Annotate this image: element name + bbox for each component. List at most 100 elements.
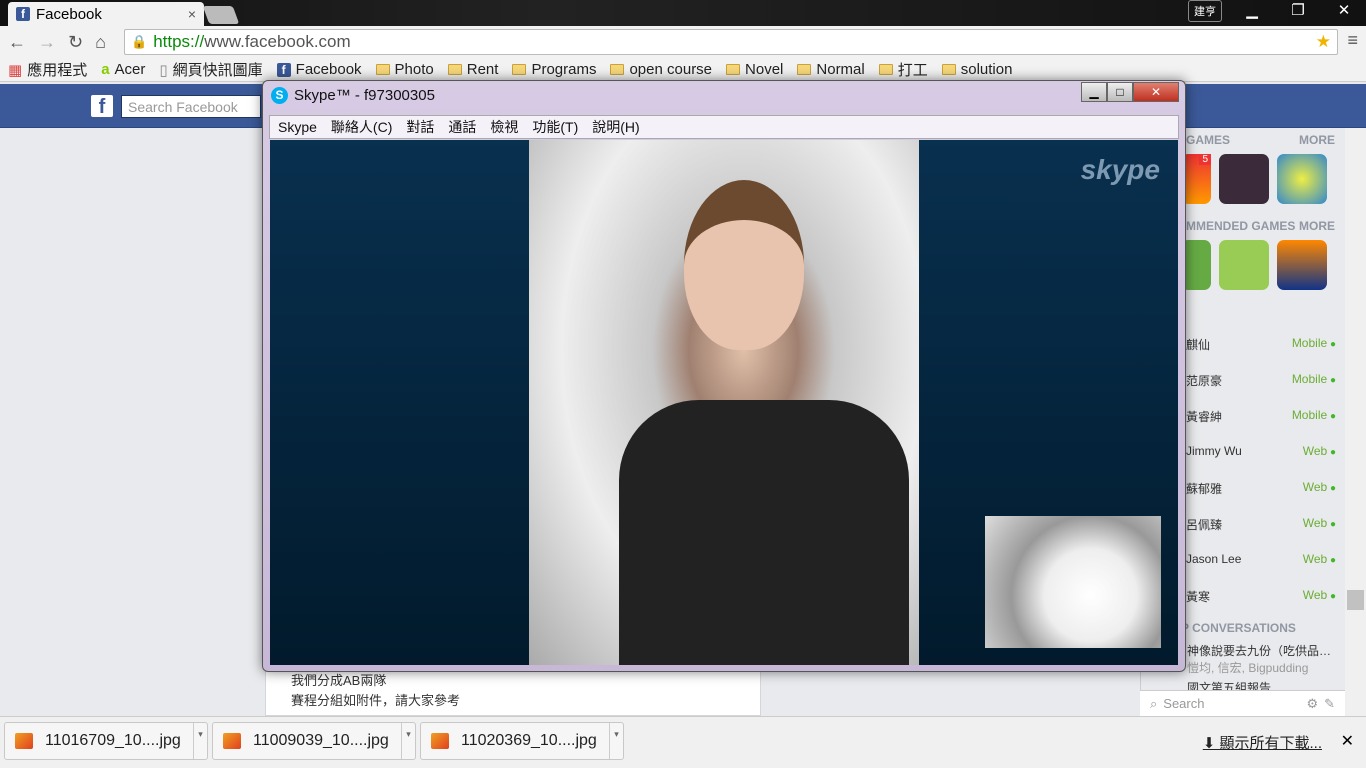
bookmark-item[interactable]: ▯ 網頁快訊圖庫 — [159, 59, 262, 80]
bookmark-item[interactable]: ▦ 應用程式 — [8, 59, 87, 80]
download-item[interactable]: 11020369_10....jpg ▾ — [420, 722, 624, 760]
user-badge[interactable]: 建亨 — [1188, 0, 1222, 22]
apps-icon: ▦ — [8, 61, 23, 79]
game-grocery-icon[interactable] — [1219, 240, 1269, 290]
download-item[interactable]: 11016709_10....jpg ▾ — [4, 722, 208, 760]
close-tab-icon[interactable]: × — [188, 6, 196, 22]
video-call-area: skype — [270, 140, 1178, 665]
chat-friend-item[interactable]: 黃睿紳 Mobile — [1186, 408, 1336, 425]
menu-icon[interactable]: ≡ — [1347, 30, 1358, 51]
skype-close-button[interactable]: ✕ — [1133, 82, 1179, 102]
games-more-link[interactable]: MORE — [1299, 133, 1335, 147]
skype-menu-item[interactable]: Skype — [278, 119, 317, 135]
friend-status: Web — [1303, 588, 1336, 605]
chat-friend-item[interactable]: 呂佩臻 Web — [1186, 516, 1336, 533]
bookmark-label: 網頁快訊圖庫 — [172, 62, 263, 79]
chat-search-input[interactable]: ⌕ Search ⚙ ✎ — [1140, 690, 1345, 716]
recommended-more-link[interactable]: MORE — [1299, 219, 1335, 233]
conversation-members: 愷均, 信宏, Bigpudding — [1187, 661, 1309, 675]
skype-menu-item[interactable]: 檢視 — [490, 117, 518, 137]
bookmark-item[interactable]: Rent — [447, 61, 498, 78]
lock-icon: 🔒 — [131, 34, 148, 49]
download-menu-arrow-icon[interactable]: ▾ — [401, 723, 415, 759]
address-bar[interactable]: 🔒 https://www.facebook.com ★ — [124, 29, 1338, 55]
folder-icon — [878, 64, 893, 75]
reload-icon[interactable]: ↻ — [68, 32, 83, 53]
show-all-label: 顯示所有下載... — [1219, 735, 1322, 752]
skype-title: Skype™ - f97300305 — [294, 87, 435, 104]
chat-friend-item[interactable]: 范原豪 Mobile — [1186, 372, 1336, 389]
close-icon[interactable]: ✕ — [1322, 0, 1366, 22]
bookmark-star-icon[interactable]: ★ — [1316, 32, 1331, 52]
forward-icon[interactable]: → — [38, 32, 56, 53]
conversation-item[interactable]: 神像說要去九份（吃供品… 愷均, 信宏, Bigpudding — [1187, 642, 1331, 676]
bookmark-item[interactable]: Photo — [375, 61, 434, 78]
skype-menu-item[interactable]: 功能(T) — [532, 117, 578, 137]
friend-name: 黃寒 — [1186, 590, 1211, 604]
url-host: www.facebook.com — [204, 32, 351, 51]
bookmark-item[interactable]: Programs — [512, 61, 596, 78]
browser-toolbar: ← → ↻ ⌂ 🔒 https://www.facebook.com ★ ≡ — [0, 26, 1366, 58]
friend-name: 黃睿紳 — [1186, 410, 1223, 424]
show-all-downloads-link[interactable]: ⬇ 顯示所有下載... — [1203, 732, 1322, 753]
page-scrollbar[interactable] — [1345, 128, 1366, 716]
bookmark-item[interactable]: Normal — [797, 61, 865, 78]
download-menu-arrow-icon[interactable]: ▾ — [609, 723, 623, 759]
skype-icon: S — [271, 87, 288, 104]
chat-friend-item[interactable]: Jason Lee Web — [1186, 552, 1336, 566]
conversation-title: 神像說要去九份（吃供品… — [1187, 644, 1332, 658]
skype-menu-item[interactable]: 聯絡人(C) — [331, 117, 392, 137]
download-item[interactable]: 11009039_10....jpg ▾ — [212, 722, 416, 760]
bookmark-item[interactable]: Novel — [726, 61, 783, 78]
skype-menu-item[interactable]: 說明(H) — [592, 117, 639, 137]
bookmark-label: 打工 — [897, 62, 928, 79]
compose-icon[interactable]: ✎ — [1324, 696, 1335, 712]
game-fish-icon[interactable] — [1277, 154, 1327, 204]
download-menu-arrow-icon[interactable]: ▾ — [193, 723, 207, 759]
friend-status: Mobile — [1292, 408, 1336, 425]
restore-icon[interactable]: ❐ — [1276, 0, 1320, 22]
friend-name: Jimmy Wu — [1186, 444, 1242, 458]
close-download-bar-icon[interactable]: ✕ — [1341, 731, 1354, 751]
facebook-search-input[interactable]: Search Facebook — [121, 95, 261, 118]
bookmark-label: Acer — [114, 61, 146, 78]
skype-menu-bar: Skype 聯絡人(C) 對話 通話 檢視 功能(T) 說明(H) — [269, 115, 1179, 139]
chat-friend-item[interactable]: 麒仙 Mobile — [1186, 336, 1336, 353]
self-view-video[interactable] — [985, 516, 1161, 648]
games-header: GAMES — [1186, 133, 1231, 147]
bookmark-item[interactable]: solution — [941, 61, 1012, 78]
tab-facebook[interactable]: f Facebook × — [8, 2, 204, 26]
chat-friend-item[interactable]: 蘇郁雅 Web — [1186, 480, 1336, 497]
download-filename: 11016709_10....jpg — [45, 732, 181, 749]
game-racing-icon[interactable] — [1277, 240, 1327, 290]
friend-status: Mobile — [1292, 372, 1336, 389]
page-icon: ▯ — [159, 61, 168, 79]
chat-friend-item[interactable]: Jimmy Wu Web — [1186, 444, 1336, 458]
skype-menu-item[interactable]: 通話 — [448, 117, 476, 137]
bookmark-label: Normal — [816, 61, 865, 78]
image-file-icon — [15, 733, 33, 749]
game-sunlight-icon[interactable] — [1219, 154, 1269, 204]
bookmark-item[interactable]: f Facebook — [276, 61, 362, 78]
bookmark-item[interactable]: open course — [610, 61, 712, 78]
conversations-header: P CONVERSATIONS — [1181, 621, 1296, 635]
chat-friend-item[interactable]: 黃寒 Web — [1186, 588, 1336, 605]
new-tab-button[interactable] — [202, 6, 240, 24]
minimize-icon[interactable]: ▁ — [1230, 0, 1274, 22]
facebook-logo-icon[interactable]: f — [91, 95, 113, 118]
friend-status: Web — [1303, 552, 1336, 566]
download-filename: 11009039_10....jpg — [253, 732, 389, 749]
download-icon: ⬇ — [1202, 735, 1220, 752]
skype-minimize-button[interactable]: ▁ — [1081, 82, 1107, 102]
skype-menu-item[interactable]: 對話 — [406, 117, 434, 137]
friend-status: Mobile — [1292, 336, 1336, 353]
home-icon[interactable]: ⌂ — [95, 32, 106, 53]
download-bar: 11016709_10....jpg ▾ 11009039_10....jpg ▾ 11… — [0, 716, 1366, 768]
gear-icon[interactable]: ⚙ — [1306, 696, 1318, 712]
scrollbar-thumb[interactable] — [1347, 590, 1364, 610]
bookmark-item[interactable]: 打工 — [878, 59, 928, 80]
bookmark-item[interactable]: a Acer — [101, 61, 145, 78]
bookmark-label: Novel — [745, 61, 784, 78]
skype-maximize-button[interactable]: □ — [1107, 82, 1133, 102]
back-icon[interactable]: ← — [8, 32, 26, 53]
